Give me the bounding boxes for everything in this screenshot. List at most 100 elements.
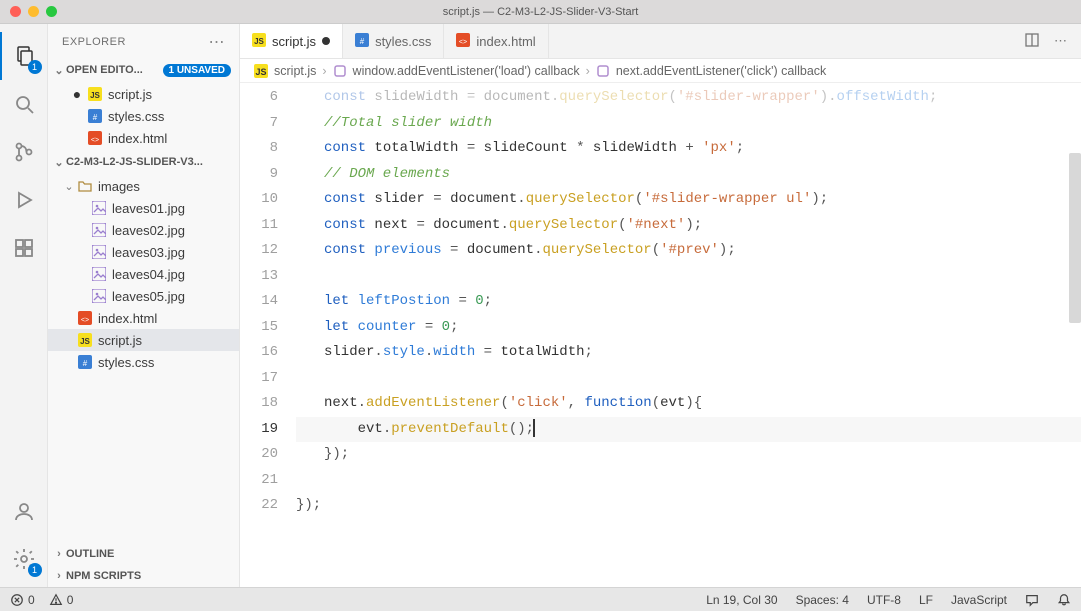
- editor-group: JS script.js #styles.css<>index.html ⋯ JS …: [240, 24, 1081, 587]
- folder-name: images: [98, 179, 140, 194]
- tab-label: script.js: [272, 34, 316, 49]
- svg-text:JS: JS: [255, 67, 266, 77]
- unsaved-badge: 1 UNSAVED: [163, 64, 232, 77]
- open-editor-item[interactable]: #styles.css: [48, 105, 239, 127]
- file-item[interactable]: #styles.css: [48, 351, 239, 373]
- dirty-dot-icon[interactable]: ●: [68, 86, 86, 102]
- open-editors-tree: ●JSscript.js#styles.css<>index.html: [48, 81, 239, 151]
- code-line[interactable]: let counter = 0;: [296, 315, 1081, 341]
- chevron-right-icon: ›: [52, 570, 66, 582]
- svg-text:<>: <>: [91, 137, 99, 144]
- code-line[interactable]: const previous = document.querySelector(…: [296, 238, 1081, 264]
- js-file-icon: JS: [252, 33, 266, 50]
- file-item[interactable]: leaves04.jpg: [48, 263, 239, 285]
- code-line[interactable]: [296, 366, 1081, 392]
- window-controls: [0, 6, 57, 17]
- search-icon[interactable]: [0, 80, 48, 128]
- folder-item[interactable]: ⌄ images: [48, 175, 239, 197]
- code-line[interactable]: const slideWidth = document.querySelecto…: [296, 85, 1081, 111]
- breadcrumb-sep: ›: [586, 64, 590, 78]
- breadcrumb[interactable]: JS script.js › window.addEventListener('…: [240, 59, 1081, 83]
- extensions-icon[interactable]: [0, 224, 48, 272]
- tab-script-js[interactable]: JS script.js: [240, 24, 343, 58]
- code-line[interactable]: [296, 264, 1081, 290]
- svg-text:#: #: [360, 37, 365, 46]
- explorer-icon[interactable]: 1: [0, 32, 48, 80]
- scrollbar-track[interactable]: [1069, 83, 1081, 587]
- status-errors[interactable]: 0: [10, 593, 35, 607]
- img-file-icon: [90, 199, 108, 217]
- status-encoding[interactable]: UTF-8: [867, 593, 901, 607]
- project-header[interactable]: ⌄ C2-M3-L2-JS-SLIDER-V3...: [48, 151, 239, 173]
- file-name: index.html: [108, 131, 167, 146]
- img-file-icon: [90, 265, 108, 283]
- code-line[interactable]: });: [296, 442, 1081, 468]
- code-line[interactable]: slider.style.width = totalWidth;: [296, 340, 1081, 366]
- sidebar-more-icon[interactable]: ⋯: [209, 32, 226, 52]
- css-file-icon: #: [86, 107, 104, 125]
- status-feedback-icon[interactable]: [1025, 593, 1039, 607]
- code-line[interactable]: //Total slider width: [296, 111, 1081, 137]
- status-bell-icon[interactable]: [1057, 593, 1071, 607]
- code-line[interactable]: const next = document.querySelector('#ne…: [296, 213, 1081, 239]
- open-editor-item[interactable]: ●JSscript.js: [48, 83, 239, 105]
- npm-header[interactable]: › NPM SCRIPTS: [48, 565, 239, 587]
- file-name: leaves04.jpg: [112, 267, 185, 282]
- img-file-icon: [90, 221, 108, 239]
- code-line[interactable]: });: [296, 493, 1081, 519]
- html-file-icon: <>: [86, 129, 104, 147]
- minimize-window-button[interactable]: [28, 6, 39, 17]
- settings-icon[interactable]: 1: [0, 535, 48, 583]
- code-line[interactable]: next.addEventListener('click', function(…: [296, 391, 1081, 417]
- more-actions-icon[interactable]: ⋯: [1054, 33, 1067, 49]
- close-window-button[interactable]: [10, 6, 21, 17]
- breadcrumb-symbol-2[interactable]: next.addEventListener('click') callback: [616, 64, 826, 78]
- open-editors-header[interactable]: ⌄ OPEN EDITO... 1 UNSAVED: [48, 59, 239, 81]
- code-line[interactable]: let leftPostion = 0;: [296, 289, 1081, 315]
- line-numbers: 678910111213141516171819202122: [240, 83, 296, 587]
- explorer-badge: 1: [28, 60, 42, 74]
- project-tree: ⌄ images leaves01.jpgleaves02.jpgleaves03.…: [48, 173, 239, 375]
- sidebar-title: EXPLORER: [62, 36, 126, 48]
- dirty-dot-icon: [322, 37, 330, 45]
- file-item[interactable]: JS script.js: [48, 329, 239, 351]
- code-line[interactable]: const slider = document.querySelector('#…: [296, 187, 1081, 213]
- code-editor[interactable]: 678910111213141516171819202122 const sli…: [240, 83, 1081, 587]
- status-eol[interactable]: LF: [919, 593, 933, 607]
- run-debug-icon[interactable]: [0, 176, 48, 224]
- open-editor-item[interactable]: <> index.html: [48, 127, 239, 149]
- code-line[interactable]: const totalWidth = slideCount * slideWid…: [296, 136, 1081, 162]
- status-spaces[interactable]: Spaces: 4: [796, 593, 849, 607]
- tab-index-html[interactable]: <>index.html: [444, 24, 548, 58]
- split-editor-icon[interactable]: [1024, 32, 1040, 51]
- maximize-window-button[interactable]: [46, 6, 57, 17]
- file-item[interactable]: leaves03.jpg: [48, 241, 239, 263]
- code-line[interactable]: evt.preventDefault();: [296, 417, 1081, 443]
- scrollbar-thumb[interactable]: [1069, 153, 1081, 323]
- status-warnings[interactable]: 0: [49, 593, 74, 607]
- code-content[interactable]: const slideWidth = document.querySelecto…: [296, 83, 1081, 587]
- svg-text:JS: JS: [80, 337, 90, 346]
- sidebar-header: EXPLORER ⋯: [48, 24, 239, 59]
- sidebar: EXPLORER ⋯ ⌄ OPEN EDITO... 1 UNSAVED ● JS…: [48, 24, 240, 587]
- chevron-down-icon: ⌄: [62, 180, 76, 193]
- code-line[interactable]: [296, 468, 1081, 494]
- file-item[interactable]: leaves02.jpg: [48, 219, 239, 241]
- file-name: script.js: [98, 333, 142, 348]
- status-lncol[interactable]: Ln 19, Col 30: [706, 593, 777, 607]
- status-language[interactable]: JavaScript: [951, 593, 1007, 607]
- breadcrumb-symbol-1[interactable]: window.addEventListener('load') callback: [353, 64, 580, 78]
- tab-label: index.html: [476, 34, 535, 49]
- file-item[interactable]: leaves05.jpg: [48, 285, 239, 307]
- breadcrumb-sep: ›: [322, 64, 326, 78]
- source-control-icon[interactable]: [0, 128, 48, 176]
- breadcrumb-file[interactable]: script.js: [274, 64, 316, 78]
- accounts-icon[interactable]: [0, 487, 48, 535]
- folder-icon: [76, 177, 94, 195]
- code-line[interactable]: // DOM elements: [296, 162, 1081, 188]
- tab-styles-css[interactable]: #styles.css: [343, 24, 444, 58]
- svg-text:JS: JS: [90, 91, 100, 100]
- file-item[interactable]: <>index.html: [48, 307, 239, 329]
- file-item[interactable]: leaves01.jpg: [48, 197, 239, 219]
- outline-header[interactable]: › OUTLINE: [48, 543, 239, 565]
